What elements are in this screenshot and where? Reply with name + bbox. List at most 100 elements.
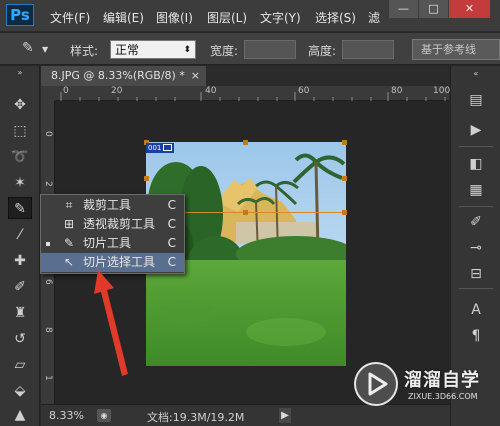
flyout-item-perspective-crop-tool[interactable]: ⊞ 透视裁剪工具 C — [41, 215, 184, 234]
chevron-down-icon[interactable]: ▼ — [42, 45, 48, 54]
document-tab-title: 8.JPG @ 8.33%(RGB/8) * — [51, 69, 185, 82]
actions-panel-icon[interactable]: ▶ — [465, 120, 487, 140]
play-logo-icon — [354, 362, 398, 406]
crop-icon: ⌗ — [65, 198, 73, 212]
ruler-label: 6 — [43, 279, 53, 285]
slices-from-guides-button[interactable]: 基于参考线 — [412, 39, 500, 60]
menu-edit[interactable]: 编辑(E) — [103, 9, 144, 26]
marquee-tool-icon[interactable]: ⬚ — [8, 120, 32, 142]
close-button[interactable]: ✕ — [448, 0, 490, 18]
paragraph-panel-icon[interactable]: ¶ — [465, 326, 487, 346]
shortcut-key: C — [167, 217, 176, 231]
style-select-value: 正常 — [115, 43, 140, 57]
menu-type[interactable]: 文字(Y) — [260, 9, 301, 26]
options-bar: ✎ ▼ 样式: 正常 ⬍ 宽度: 高度: 基于参考线 — [0, 33, 500, 65]
ruler-label: 40 — [205, 86, 217, 96]
slice-handle[interactable] — [342, 140, 347, 145]
height-input[interactable] — [342, 40, 394, 59]
slice-tool-preset-icon[interactable]: ✎ — [22, 40, 34, 56]
move-tool-icon[interactable]: ✥ — [8, 94, 32, 116]
shortcut-key: C — [167, 198, 176, 212]
menu-select[interactable]: 选择(S) — [315, 9, 356, 26]
ruler-label: 60 — [298, 86, 310, 96]
flyout-item-label: 透视裁剪工具 — [83, 217, 156, 231]
clone-stamp-tool-icon[interactable]: ♜ — [8, 302, 32, 324]
panel-separator — [459, 288, 493, 289]
ruler-label: 1 — [43, 375, 53, 381]
ps-logo: Ps — [6, 4, 34, 26]
ruler-label: 2 — [43, 181, 53, 187]
play-icon — [368, 372, 388, 396]
flyout-item-slice-tool[interactable]: ✎ 切片工具 C — [41, 234, 184, 253]
slice-select-icon: ↖ — [63, 255, 75, 269]
tab-close-icon[interactable]: × — [191, 66, 200, 86]
adjustments-panel-icon[interactable]: ⊸ — [465, 238, 487, 258]
healing-brush-tool-icon[interactable]: ✚ — [8, 250, 32, 272]
crop-tools-flyout: ⌗ 裁剪工具 C ⊞ 透视裁剪工具 C ✎ 切片工具 C ↖ 切片选择工具 C — [40, 194, 185, 274]
ruler-label: 80 — [391, 86, 403, 96]
maximize-button[interactable]: □ — [418, 0, 448, 18]
eyedropper-tool-icon[interactable]: ⁄ — [8, 224, 32, 246]
color-panel-icon[interactable]: ◧ — [465, 154, 487, 174]
slice-icon: ✎ — [63, 236, 75, 250]
slice-handle[interactable] — [342, 176, 347, 181]
blur-tool-icon[interactable]: ▲ — [8, 404, 32, 426]
red-arrow-annotation — [94, 270, 128, 376]
style-select[interactable]: 正常 ⬍ — [110, 40, 196, 59]
history-brush-tool-icon[interactable]: ↺ — [8, 328, 32, 350]
width-input[interactable] — [244, 40, 296, 59]
document-tab-bar: 8.JPG @ 8.33%(RGB/8) * × — [41, 66, 449, 86]
swatches-panel-icon[interactable]: ▦ — [465, 180, 487, 200]
perspective-crop-icon: ⊞ — [63, 217, 75, 231]
brush-tool-icon[interactable]: ✐ — [8, 276, 32, 298]
character-panel-icon[interactable]: A — [465, 300, 487, 320]
flyout-item-label: 裁剪工具 — [83, 198, 132, 212]
flyout-item-crop-tool[interactable]: ⌗ 裁剪工具 C — [41, 196, 184, 215]
watermark-title: 溜溜自学 — [404, 370, 480, 391]
ruler-origin[interactable] — [41, 86, 55, 101]
slice-handle[interactable] — [144, 176, 149, 181]
status-info-icon[interactable]: ◉ — [97, 409, 111, 422]
history-panel-icon[interactable]: ▤ — [465, 90, 487, 110]
brush-panel-icon[interactable]: ✐ — [465, 212, 487, 232]
document-tab[interactable]: 8.JPG @ 8.33%(RGB/8) * × — [41, 66, 206, 86]
shortcut-key: C — [167, 255, 176, 269]
menu-file[interactable]: 文件(F) — [50, 9, 90, 26]
slice-handle[interactable] — [243, 140, 248, 145]
menu-image[interactable]: 图像(I) — [156, 9, 193, 26]
menu-filter[interactable]: 滤 — [368, 9, 380, 26]
selected-tool-indicator — [46, 242, 50, 246]
collapse-arrows-icon[interactable]: » — [8, 69, 32, 77]
panel-separator — [459, 206, 493, 207]
watermark-subtitle: ZIXUE.3D66.COM — [408, 392, 478, 401]
slice-tool-icon[interactable]: ✎ — [8, 197, 32, 219]
status-menu-arrow[interactable]: ▶ — [279, 408, 291, 423]
shortcut-key: C — [167, 236, 176, 250]
paint-bucket-tool-icon[interactable]: ⬙ — [8, 380, 32, 402]
height-label: 高度: — [308, 44, 337, 58]
style-label: 样式: — [70, 44, 99, 58]
horizontal-ruler[interactable]: 0 20 40 60 80 100 — [55, 86, 451, 101]
document-size-info: 文档:19.3M/19.2M — [147, 411, 245, 424]
collapse-arrows-icon[interactable]: « — [465, 70, 487, 78]
width-label: 宽度: — [210, 44, 239, 58]
slice-image-icon — [163, 144, 172, 151]
lasso-tool-icon[interactable]: ➰ — [8, 146, 32, 168]
styles-panel-icon[interactable]: ⊟ — [465, 264, 487, 284]
slice-number-badge: 001 — [146, 143, 174, 153]
ruler-label: 100 — [433, 86, 451, 96]
eraser-tool-icon[interactable]: ▱ — [8, 354, 32, 376]
magic-wand-tool-icon[interactable]: ✶ — [8, 172, 32, 194]
menu-layer[interactable]: 图层(L) — [207, 9, 247, 26]
flyout-item-label: 切片工具 — [83, 236, 132, 250]
panel-separator — [459, 146, 493, 147]
ruler-label: 0 — [43, 131, 53, 137]
minimize-button[interactable]: — — [388, 0, 418, 18]
slice-number: 001 — [148, 144, 162, 152]
select-arrows-icon: ⬍ — [183, 45, 191, 55]
zoom-level[interactable]: 8.33% — [49, 409, 84, 422]
tools-panel: » ✥ ⬚ ➰ ✶ ✎ ⁄ ✚ ✐ ♜ ↺ ▱ ⬙ ▲ — [0, 66, 40, 426]
slice-handle[interactable] — [342, 210, 347, 215]
slice-handle[interactable] — [243, 210, 248, 215]
ruler-label: 0 — [63, 86, 69, 96]
